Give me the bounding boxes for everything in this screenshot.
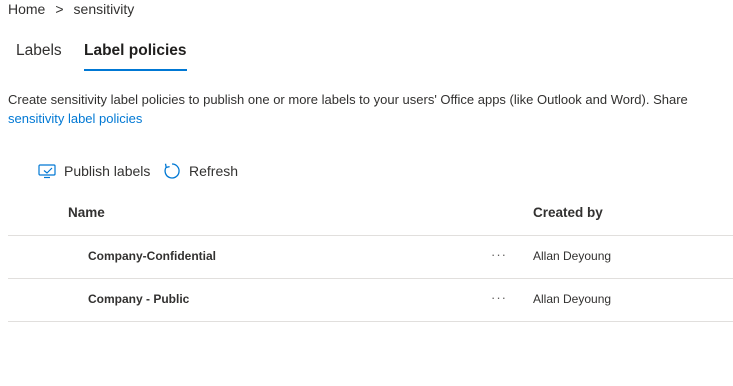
tab-labels[interactable]: Labels: [16, 42, 62, 68]
column-header-name[interactable]: Name: [68, 205, 105, 220]
description-text: Create sensitivity label policies to pub…: [8, 92, 688, 107]
column-header-created-by[interactable]: Created by: [533, 205, 603, 220]
policy-name[interactable]: Company - Public: [88, 292, 189, 306]
description-link[interactable]: sensitivity label policies: [8, 109, 733, 128]
refresh-label: Refresh: [189, 163, 239, 179]
publish-labels-button[interactable]: Publish labels: [38, 160, 150, 182]
table-row[interactable]: Company-Confidential ··· Allan Deyoung: [8, 236, 733, 279]
publish-labels-label: Publish labels: [64, 163, 151, 179]
breadcrumb-separator: >: [55, 1, 64, 17]
tab-label-policies[interactable]: Label policies: [84, 42, 187, 71]
breadcrumb-current: sensitivity: [73, 1, 135, 17]
refresh-icon: [164, 163, 180, 179]
breadcrumb-home[interactable]: Home: [8, 1, 45, 17]
created-by: Allan Deyoung: [533, 249, 612, 263]
table-header: Name Created by: [8, 196, 733, 236]
policies-table: Name Created by Company-Confidential ···…: [8, 196, 733, 322]
table-row[interactable]: Company - Public ··· Allan Deyoung: [8, 279, 733, 322]
page-description: Create sensitivity label policies to pub…: [8, 90, 733, 128]
policy-name[interactable]: Company-Confidential: [88, 249, 216, 263]
more-actions-icon[interactable]: ···: [491, 247, 507, 262]
more-actions-icon[interactable]: ···: [491, 290, 507, 305]
publish-icon: [38, 164, 56, 179]
created-by: Allan Deyoung: [533, 292, 612, 306]
refresh-button[interactable]: Refresh: [163, 160, 238, 182]
breadcrumb: Home > sensitivity: [8, 1, 134, 17]
